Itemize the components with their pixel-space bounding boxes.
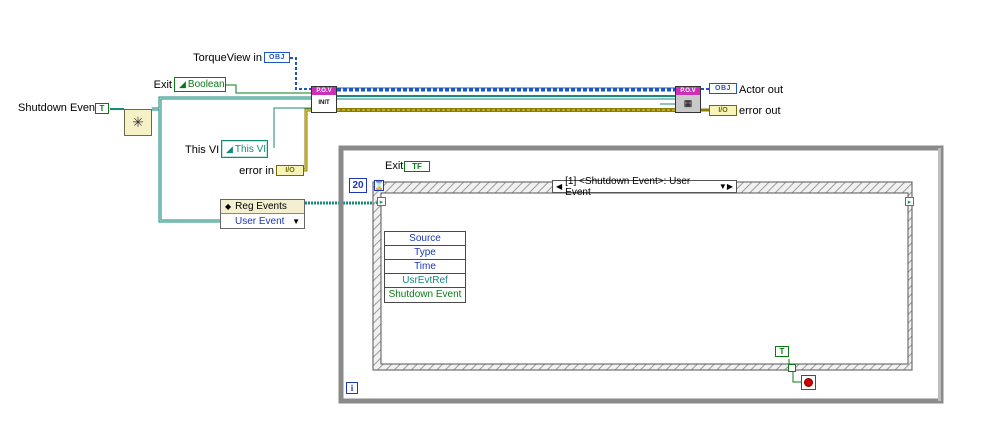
actor-out-terminal[interactable]: OBJ	[709, 83, 737, 94]
event-data-row[interactable]: Source	[385, 232, 465, 246]
event-data-row[interactable]: UsrEvtRef	[385, 274, 465, 288]
this-vi-label: This VI	[185, 144, 220, 156]
init-node-text: INIT	[318, 100, 330, 106]
reg-events-type-row[interactable]: User Event ▼	[221, 214, 304, 228]
block-diagram	[110, 57, 944, 404]
error-in-label: error in	[239, 165, 274, 177]
loop-stop-terminal[interactable]	[801, 375, 816, 390]
loop-exit-label: Exit	[385, 160, 404, 172]
reference-icon: ◢	[226, 143, 233, 154]
event-case-selector[interactable]: ◀ [1] <Shutdown Event>: User Event ▼▶	[552, 176, 737, 198]
reg-events-type: User Event	[235, 215, 285, 227]
error-wire[interactable]	[304, 108, 709, 172]
case-selector-label: [1] <Shutdown Event>: User Event	[565, 175, 691, 198]
this-vi-reference[interactable]: ◢ This VI	[221, 140, 268, 158]
reg-events-header: ◆ Reg Events	[221, 200, 304, 214]
loop-iteration-icon[interactable]: i	[346, 382, 358, 394]
torqueview-terminal[interactable]: OBJ	[264, 52, 290, 63]
timeout-hourglass-icon: ⌛	[374, 180, 384, 191]
error-out-terminal[interactable]: I/O	[709, 105, 737, 116]
actor-out-label: Actor out	[739, 84, 784, 96]
exit-label: Exit	[153, 79, 172, 91]
init-node-band: P.O.V	[312, 87, 336, 95]
event-case-tunnel[interactable]	[788, 364, 796, 372]
event-icon: ◆	[225, 202, 232, 211]
out-node-band: P.O.V	[676, 87, 700, 95]
timeout-constant[interactable]: 20	[349, 178, 367, 193]
event-data-terminal-right[interactable]: ▸	[905, 197, 914, 206]
dropdown-arrow-icon[interactable]: ▼	[292, 217, 300, 226]
exit-wire[interactable]	[226, 84, 311, 94]
create-user-event-node[interactable]: ✳	[124, 109, 152, 136]
event-data-node[interactable]: Source Type Time UsrEvtRef Shutdown Even…	[384, 231, 466, 303]
event-data-row[interactable]: Time	[385, 260, 465, 274]
shutdown-event-label: Shutdown Event	[18, 102, 99, 114]
this-vi-value: This VI	[234, 143, 267, 155]
object-wire[interactable]	[290, 57, 709, 92]
exit-boolean-value: Boolean	[187, 79, 225, 90]
shutdown-event-terminal[interactable]: T	[95, 103, 109, 114]
error-out-label: error out	[739, 105, 781, 117]
stop-true-constant[interactable]: T	[775, 346, 789, 357]
event-data-row[interactable]: Shutdown Event	[385, 288, 465, 302]
reg-events-title: Reg Events	[235, 201, 287, 212]
unbundle-actor-node[interactable]: P.O.V ▦	[675, 86, 701, 113]
case-prev-icon[interactable]: ◀	[556, 182, 562, 191]
exit-boolean-control[interactable]: ◢ Boolean	[174, 77, 226, 92]
event-data-terminal-left[interactable]: ▸	[377, 197, 386, 206]
event-data-row[interactable]: Type	[385, 246, 465, 260]
case-next-icon[interactable]: ▼▶	[719, 182, 733, 191]
torqueview-label: TorqueView in	[193, 52, 262, 64]
loop-exit-terminal[interactable]: TF	[404, 161, 430, 172]
init-actor-node[interactable]: P.O.V INIT	[311, 86, 337, 113]
create-event-icon: ✳	[132, 114, 144, 130]
reference-icon: ◢	[179, 79, 186, 89]
register-events-node[interactable]: ◆ Reg Events User Event ▼	[220, 199, 305, 229]
cluster-icon: ▦	[676, 95, 700, 112]
error-in-terminal[interactable]: I/O	[276, 165, 304, 176]
stop-icon	[804, 378, 813, 387]
